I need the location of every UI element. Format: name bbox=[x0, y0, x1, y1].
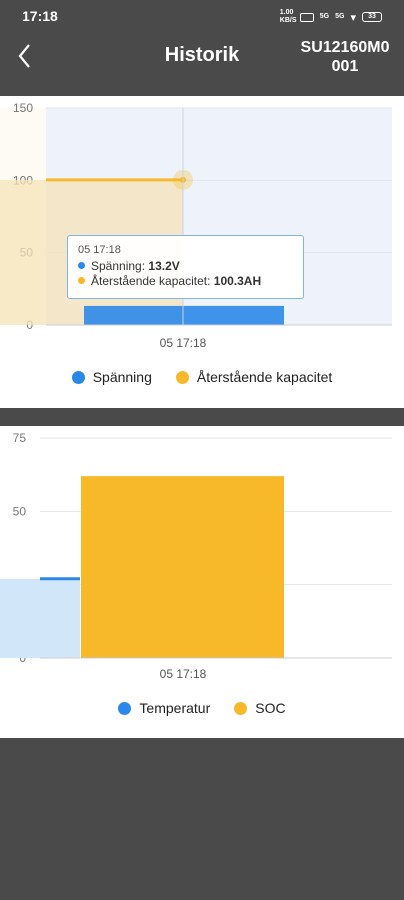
legend-dot-yellow bbox=[234, 701, 248, 715]
temperature-soc-panel: 755025005 17:18 Temperatur SOC bbox=[0, 426, 404, 738]
legend-label: Temperatur bbox=[139, 700, 211, 716]
tooltip-row-capacity: Återstående kapacitet: 100.3AH bbox=[78, 273, 293, 288]
status-bar: 17:18 1.00 KB/S 5G 5G ▾ 33 bbox=[0, 0, 404, 32]
voltage-capacity-chart[interactable]: 15010050005 17:18 bbox=[0, 96, 404, 356]
tooltip-capacity-value: 100.3AH bbox=[213, 273, 262, 288]
legend-dot-blue bbox=[71, 370, 85, 384]
chart2-legend: Temperatur SOC bbox=[0, 700, 404, 716]
legend-dot-yellow bbox=[175, 370, 189, 384]
tooltip-row-voltage: Spänning: 13.2V bbox=[78, 258, 293, 273]
legend-label: Återstående kapacitet bbox=[196, 369, 333, 385]
chart1-legend: Spänning Återstående kapacitet bbox=[0, 369, 404, 385]
legend-item-voltage[interactable]: Spänning bbox=[71, 369, 152, 385]
tooltip-voltage-label: Spänning: bbox=[91, 258, 146, 273]
legend-item-capacity[interactable]: Återstående kapacitet bbox=[175, 369, 333, 385]
battery-icon: 33 bbox=[362, 12, 382, 22]
x-tick-label: 05 17:18 bbox=[160, 336, 207, 350]
signal-icon-2: 5G bbox=[335, 13, 345, 20]
status-time: 17:18 bbox=[22, 8, 58, 24]
voltage-capacity-panel: 15010050005 17:18 05 17:18 Spänning: 13.… bbox=[0, 96, 404, 408]
y-tick-label: 50 bbox=[13, 504, 27, 518]
voltage-bar bbox=[84, 305, 284, 325]
status-icons: 1.00 KB/S 5G 5G ▾ 33 bbox=[280, 9, 382, 25]
device-id: SU12160M0001 bbox=[300, 39, 390, 75]
y-tick-label: 150 bbox=[13, 101, 33, 115]
net-speed: 1.00 KB/S bbox=[279, 9, 297, 24]
tooltip-capacity-label: Återstående kapacitet: bbox=[91, 273, 211, 288]
tooltip-voltage-value: 13.2V bbox=[148, 258, 180, 273]
chart-tooltip: 05 17:18 Spänning: 13.2V Återstående kap… bbox=[67, 235, 304, 299]
legend-label: SOC bbox=[255, 700, 286, 716]
soc-bar bbox=[81, 476, 284, 658]
x-tick-label: 05 17:18 bbox=[160, 667, 207, 681]
legend-dot-blue bbox=[118, 701, 132, 715]
signal-icon-1: 5G bbox=[319, 13, 330, 20]
nfc-icon bbox=[299, 12, 314, 22]
legend-label: Spänning bbox=[92, 369, 152, 385]
y-tick-label: 75 bbox=[13, 431, 27, 445]
app-header: Historik SU12160M0001 bbox=[0, 32, 404, 96]
voltage-dot bbox=[78, 262, 85, 269]
capacity-dot bbox=[78, 277, 85, 284]
legend-item-soc[interactable]: SOC bbox=[234, 700, 286, 716]
legend-item-temperature[interactable]: Temperatur bbox=[118, 700, 210, 716]
wifi-icon: ▾ bbox=[350, 11, 356, 24]
temperature-area bbox=[0, 578, 80, 658]
tooltip-time: 05 17:18 bbox=[78, 244, 121, 256]
temperature-soc-chart[interactable]: 755025005 17:18 bbox=[0, 426, 404, 686]
